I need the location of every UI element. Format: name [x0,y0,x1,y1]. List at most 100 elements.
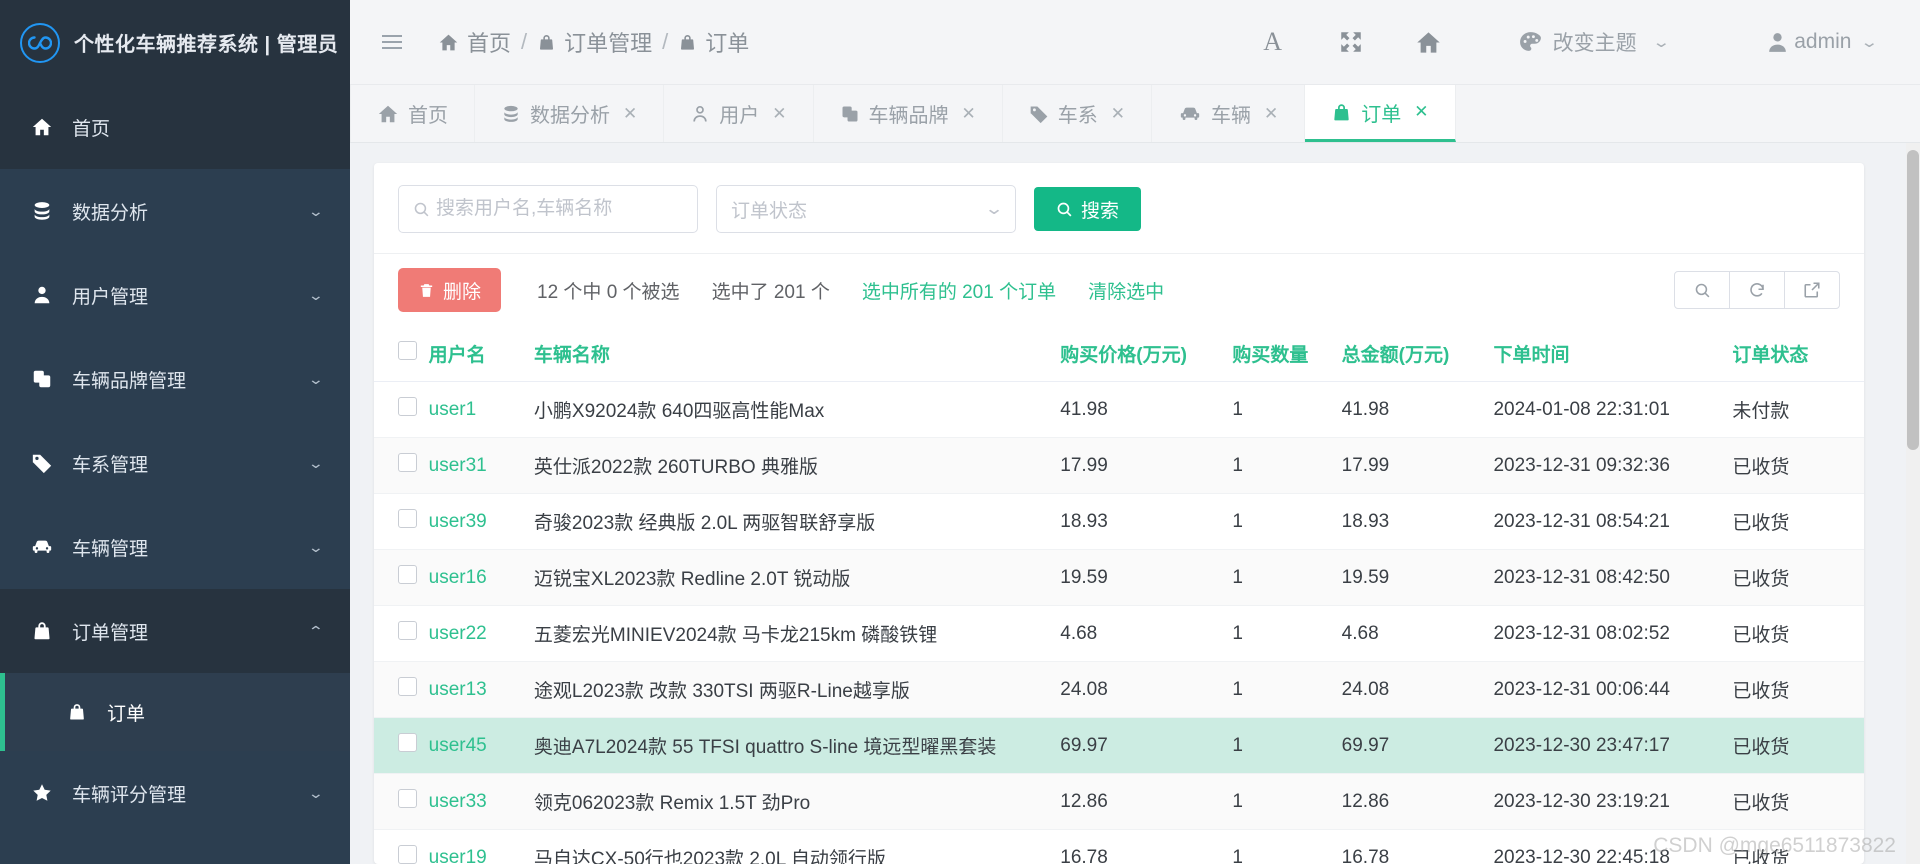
theme-label: 改变主题 [1552,32,1637,55]
cell-username[interactable]: user45 [428,717,534,774]
cell-vehicle-name: 马自达CX-50行也2023款 2.0L 自动领行版 [533,829,1061,864]
tab-vehicle-series[interactable]: 车系 ✕ [1003,85,1152,142]
row-checkbox[interactable] [398,565,417,584]
row-checkbox[interactable] [398,621,417,640]
column-total-amount[interactable]: 总金额(万元) [1341,326,1494,382]
search-field-wrapper[interactable] [398,185,698,233]
cell-username[interactable]: user1 [428,381,534,438]
table-row[interactable]: user13 途观L2023款 改款 330TSI 两驱R-Line越享版 24.0… [374,661,1864,718]
cell-order-status: 已收货 [1732,773,1864,830]
sidebar-item-vehicle-management[interactable]: 车辆管理 ⌄ [0,505,350,589]
order-status-select[interactable]: 订单状态 ⌄ [716,185,1016,233]
sidebar-item-order-management[interactable]: 订单管理 ⌃ [0,589,350,673]
sidebar-item-vehicle-brand-management[interactable]: 车辆品牌管理 ⌄ [0,337,350,421]
search-input[interactable] [436,198,683,220]
row-checkbox[interactable] [398,509,417,528]
tab-label: 首页 [408,105,448,127]
column-order-status[interactable]: 订单状态 [1732,326,1864,382]
cell-order-status: 已收货 [1732,493,1864,550]
cell-order-time: 2023-12-30 23:19:21 [1493,773,1733,830]
breadcrumb-item-order-management[interactable]: 订单管理 [537,26,652,58]
filter-bar: 订单状态 ⌄ 搜索 [374,163,1864,254]
page-scrollbar-thumb[interactable] [1907,150,1919,450]
sidebar-item-label: 首页 [72,118,111,140]
table-row[interactable]: user16 迈锐宝XL2023款 Redline 2.0T 锐动版 19.59 1 1… [374,549,1864,606]
tab-order[interactable]: 订单 ✕ [1305,85,1456,142]
sidebar-item-vehicle-series-management[interactable]: 车系管理 ⌄ [0,421,350,505]
cell-username[interactable]: user22 [428,605,534,662]
theme-switcher[interactable]: 改变主题 ⌄ [1506,27,1680,57]
tab-home[interactable]: 首页 [350,85,475,142]
table-export-icon[interactable] [1784,271,1840,309]
clear-selection-link[interactable]: 清除选中 [1088,277,1164,304]
cell-total-amount: 16.78 [1341,829,1494,864]
tab-user[interactable]: 用户 ✕ [664,85,814,142]
tab-data-analysis[interactable]: 数据分析 ✕ [475,85,665,142]
cell-order-time: 2023-12-31 08:54:21 [1493,493,1733,550]
cell-username[interactable]: user39 [428,493,534,550]
column-quantity[interactable]: 购买数量 [1232,326,1342,382]
search-button[interactable]: 搜索 [1034,187,1142,231]
table-row[interactable]: user31 英仕派2022款 260TURBO 典雅版 17.99 1 17.99 20… [374,437,1864,494]
cell-quantity: 1 [1232,661,1342,718]
table-row[interactable]: user19 马自达CX-50行也2023款 2.0L 自动领行版 16.78 1 16… [374,829,1864,864]
table-row[interactable]: user45 奥迪A7L2024款 55 TFSI quattro S-line … [374,717,1864,774]
cell-order-status: 已收货 [1732,717,1864,774]
column-username[interactable]: 用户名 [428,326,534,382]
row-checkbox-cell [374,829,429,864]
table-search-icon[interactable] [1674,271,1730,309]
tab-vehicle-brand[interactable]: 车辆品牌 ✕ [814,85,1003,142]
font-size-icon[interactable]: A [1234,12,1312,72]
cell-order-status: 已收货 [1732,437,1864,494]
fullscreen-icon[interactable] [1312,12,1390,72]
row-checkbox[interactable] [398,397,417,416]
tab-close-icon[interactable]: ✕ [1111,104,1125,124]
tag-icon [1030,106,1048,123]
tab-close-icon[interactable]: ✕ [623,104,637,124]
tab-close-icon[interactable]: ✕ [1414,102,1428,122]
row-checkbox[interactable] [398,845,417,864]
cell-username[interactable]: user16 [428,549,534,606]
column-vehicle-name[interactable]: 车辆名称 [533,326,1061,382]
cell-username[interactable]: user19 [428,829,534,864]
table-row[interactable]: user33 领克062023款 Remix 1.5T 劲Pro 12.86 1 12.… [374,773,1864,830]
row-checkbox[interactable] [398,677,417,696]
row-checkbox[interactable] [398,453,417,472]
select-all-link[interactable]: 选中所有的 201 个订单 [862,277,1056,304]
table-refresh-icon[interactable] [1729,271,1785,309]
table-row[interactable]: user1 小鹏X92024款 640四驱高性能Max 41.98 1 41.98 202… [374,381,1864,438]
cell-username[interactable]: user13 [428,661,534,718]
sidebar-item-label: 车系管理 [72,454,149,476]
tab-close-icon[interactable]: ✕ [1264,104,1278,124]
sidebar-item-data-analysis[interactable]: 数据分析 ⌄ [0,169,350,253]
hamburger-icon[interactable] [374,29,410,55]
cell-vehicle-name: 领克062023款 Remix 1.5T 劲Pro [533,773,1061,830]
user-menu[interactable]: admin ⌄ [1753,30,1888,55]
tab-close-icon[interactable]: ✕ [962,104,976,124]
table-row[interactable]: user39 奇骏2023款 经典版 2.0L 两驱智联舒享版 18.93 1 18.9… [374,493,1864,550]
delete-button[interactable]: 删除 [398,268,502,312]
row-checkbox[interactable] [398,733,417,752]
sidebar-item-user-management[interactable]: 用户管理 ⌄ [0,253,350,337]
cell-purchase-price: 17.99 [1060,437,1233,494]
row-checkbox-cell [374,493,429,550]
cell-username[interactable]: user31 [428,437,534,494]
sidebar-item-home[interactable]: 首页 [0,85,350,169]
cell-purchase-price: 16.78 [1060,829,1233,864]
tab-close-icon[interactable]: ✕ [772,104,786,124]
table-row[interactable]: user22 五菱宏光MINIEV2024款 马卡龙215km 磷酸铁锂 4.68 1… [374,605,1864,662]
column-order-time[interactable]: 下单时间 [1493,326,1733,382]
breadcrumb-item-order[interactable]: 订单 [678,26,749,58]
cell-username[interactable]: user33 [428,773,534,830]
row-checkbox[interactable] [398,789,417,808]
sidebar-subitem-order[interactable]: 订单 [0,673,350,751]
select-all-checkbox[interactable] [398,341,417,360]
tab-vehicle[interactable]: 车辆 ✕ [1152,85,1306,142]
column-purchase-price[interactable]: 购买价格(万元) [1060,326,1233,382]
cell-purchase-price: 18.93 [1060,493,1233,550]
home-icon [378,105,398,122]
breadcrumb-item-home[interactable]: 首页 [438,26,511,58]
sidebar-item-vehicle-rating-management[interactable]: 车辆评分管理 ⌄ [0,751,350,835]
cell-total-amount: 4.68 [1341,605,1494,662]
home-icon[interactable] [1390,12,1468,72]
